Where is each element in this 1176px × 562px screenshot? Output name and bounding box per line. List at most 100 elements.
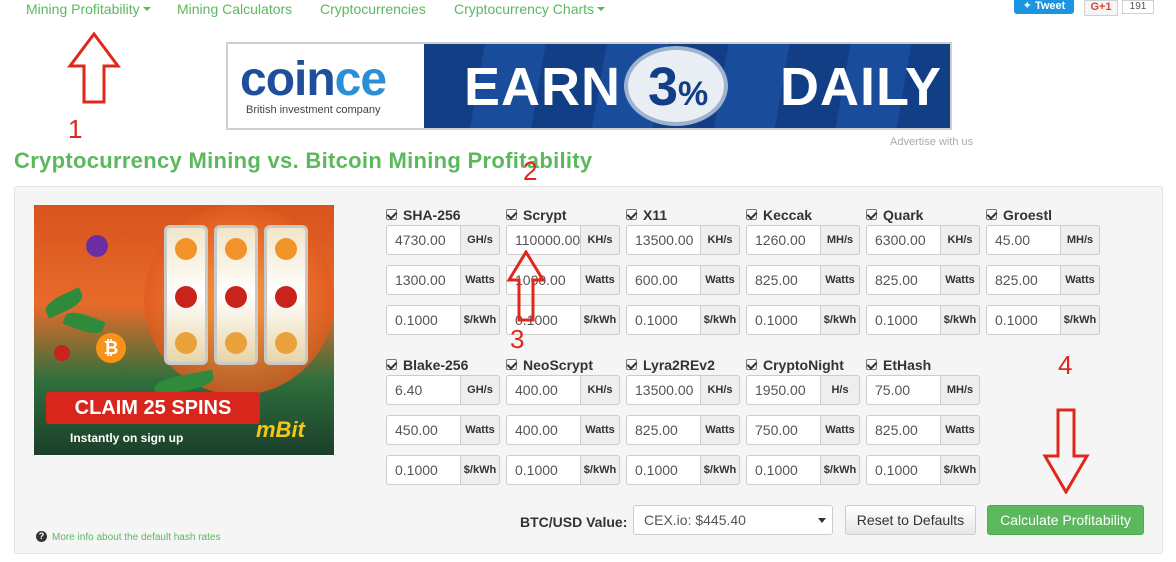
nav-cryptocurrency-charts[interactable]: Cryptocurrency Charts (454, 0, 606, 18)
cherry-icon (275, 286, 297, 308)
groestl-cost-input[interactable]: 0.1000 (986, 305, 1060, 335)
checkbox-checked-icon[interactable] (386, 359, 397, 371)
sha-256-cost-unit: $/kWh (460, 305, 500, 335)
algo-checkbox-neoscrypt[interactable]: NeoScrypt (506, 357, 593, 373)
grapes-icon (86, 235, 108, 257)
algo-name-label: SHA-256 (403, 207, 461, 223)
lyra2rev2-hashrate-input-group: 13500.00 KH/s (626, 375, 740, 405)
caret-down-icon (597, 7, 606, 12)
cryptonight-power-input[interactable]: 750.00 (746, 415, 820, 445)
checkbox-checked-icon[interactable] (866, 359, 877, 371)
btc-usd-selected-value: CEX.io: $445.40 (644, 512, 746, 528)
checkbox-checked-icon[interactable] (386, 209, 397, 221)
ethash-hashrate-unit: MH/s (940, 375, 980, 405)
cherry-icon (54, 345, 70, 361)
twitter-bird-icon: ✦ (1022, 0, 1035, 12)
cryptonight-cost-input[interactable]: 0.1000 (746, 455, 820, 485)
algo-checkbox-blake-256[interactable]: Blake-256 (386, 357, 468, 373)
blake-256-cost-input[interactable]: 0.1000 (386, 455, 460, 485)
slot-reel-1 (164, 225, 208, 365)
google-plus-button[interactable]: G+1 (1084, 0, 1118, 16)
coince-banner-ad[interactable]: coince British investment company EARN 3… (226, 42, 952, 130)
quark-power-input-group: 825.00 Watts (866, 265, 980, 295)
algo-checkbox-sha-256[interactable]: SHA-256 (386, 207, 461, 223)
checkbox-checked-icon[interactable] (746, 359, 757, 371)
cryptonight-hashrate-input[interactable]: 1950.00 (746, 375, 820, 405)
algo-checkbox-scrypt[interactable]: Scrypt (506, 207, 567, 223)
x11-hashrate-input-group: 13500.00 KH/s (626, 225, 740, 255)
nav-cryptocurrencies[interactable]: Cryptocurrencies (320, 0, 426, 18)
algo-checkbox-lyra2rev2[interactable]: Lyra2REv2 (626, 357, 715, 373)
algo-name-label: X11 (643, 207, 668, 223)
x11-cost-input[interactable]: 0.1000 (626, 305, 700, 335)
groestl-hashrate-input[interactable]: 45.00 (986, 225, 1060, 255)
checkbox-checked-icon[interactable] (986, 209, 997, 221)
calculate-profitability-button[interactable]: Calculate Profitability (987, 505, 1144, 535)
quark-power-input[interactable]: 825.00 (866, 265, 940, 295)
question-icon: ? (36, 530, 47, 542)
lyra2rev2-power-input[interactable]: 825.00 (626, 415, 700, 445)
lyra2rev2-hashrate-input[interactable]: 13500.00 (626, 375, 700, 405)
algo-checkbox-cryptonight[interactable]: CryptoNight (746, 357, 844, 373)
algo-checkbox-keccak[interactable]: Keccak (746, 207, 812, 223)
x11-cost-input-group: 0.1000 $/kWh (626, 305, 740, 335)
checkbox-checked-icon[interactable] (506, 359, 517, 371)
algo-checkbox-x11[interactable]: X11 (626, 207, 667, 223)
keccak-hashrate-input[interactable]: 1260.00 (746, 225, 820, 255)
page-title: Cryptocurrency Mining vs. Bitcoin Mining… (14, 148, 593, 173)
sha-256-power-input[interactable]: 1300.00 (386, 265, 460, 295)
leaf-icon (62, 308, 106, 338)
annotation-arrow-up-1 (67, 32, 121, 104)
blake-256-power-input[interactable]: 450.00 (386, 415, 460, 445)
neoscrypt-power-input[interactable]: 400.00 (506, 415, 580, 445)
checkbox-checked-icon[interactable] (746, 209, 757, 221)
reset-defaults-button[interactable]: Reset to Defaults (845, 505, 976, 535)
sha-256-cost-input-group: 0.1000 $/kWh (386, 305, 500, 335)
banner-earn-text: EARN (464, 57, 622, 117)
cryptonight-cost-input-group: 0.1000 $/kWh (746, 455, 860, 485)
tweet-button[interactable]: ✦ Tweet (1014, 0, 1074, 14)
neoscrypt-hashrate-input[interactable]: 400.00 (506, 375, 580, 405)
ethash-power-input[interactable]: 825.00 (866, 415, 940, 445)
blake-256-hashrate-input[interactable]: 6.40 (386, 375, 460, 405)
lyra2rev2-hashrate-unit: KH/s (700, 375, 740, 405)
hash-rates-info-link[interactable]: ? More info about the default hash rates (36, 530, 220, 543)
checkbox-checked-icon[interactable] (506, 209, 517, 221)
algo-checkbox-groestl[interactable]: Groestl (986, 207, 1052, 223)
ethash-cost-input[interactable]: 0.1000 (866, 455, 940, 485)
checkbox-checked-icon[interactable] (626, 209, 637, 221)
x11-hashrate-unit: KH/s (700, 225, 740, 255)
chevron-down-icon (818, 518, 826, 523)
quark-cost-input[interactable]: 0.1000 (866, 305, 940, 335)
algo-checkbox-ethash[interactable]: EtHash (866, 357, 931, 373)
groestl-power-input-group: 825.00 Watts (986, 265, 1100, 295)
btc-usd-label: BTC/USD Value: (520, 514, 628, 530)
keccak-power-input[interactable]: 825.00 (746, 265, 820, 295)
groestl-power-input[interactable]: 825.00 (986, 265, 1060, 295)
checkbox-checked-icon[interactable] (626, 359, 637, 371)
algo-checkbox-quark[interactable]: Quark (866, 207, 923, 223)
x11-hashrate-input[interactable]: 13500.00 (626, 225, 700, 255)
nav-mining-calculators[interactable]: Mining Calculators (177, 0, 292, 18)
btc-usd-select[interactable]: CEX.io: $445.40 (633, 505, 833, 535)
caret-down-icon (142, 7, 151, 12)
checkbox-checked-icon[interactable] (866, 209, 877, 221)
lyra2rev2-cost-input[interactable]: 0.1000 (626, 455, 700, 485)
casino-ad[interactable]: ₿ CLAIM 25 SPINS Instantly on sign up mB… (34, 205, 334, 455)
nav-mining-profitability[interactable]: Mining Profitability (26, 0, 151, 18)
sha-256-cost-input[interactable]: 0.1000 (386, 305, 460, 335)
keccak-cost-unit: $/kWh (820, 305, 860, 335)
advertise-link[interactable]: Advertise with us (890, 136, 973, 148)
orange-fruit-icon (275, 238, 297, 260)
neoscrypt-power-input-group: 400.00 Watts (506, 415, 620, 445)
x11-power-input[interactable]: 600.00 (626, 265, 700, 295)
quark-hashrate-input[interactable]: 6300.00 (866, 225, 940, 255)
blake-256-hashrate-unit: GH/s (460, 375, 500, 405)
sha-256-hashrate-input[interactable]: 4730.00 (386, 225, 460, 255)
ethash-hashrate-input[interactable]: 75.00 (866, 375, 940, 405)
cryptonight-cost-unit: $/kWh (820, 455, 860, 485)
neoscrypt-cost-input[interactable]: 0.1000 (506, 455, 580, 485)
x11-power-unit: Watts (700, 265, 740, 295)
neoscrypt-hashrate-input-group: 400.00 KH/s (506, 375, 620, 405)
keccak-cost-input[interactable]: 0.1000 (746, 305, 820, 335)
